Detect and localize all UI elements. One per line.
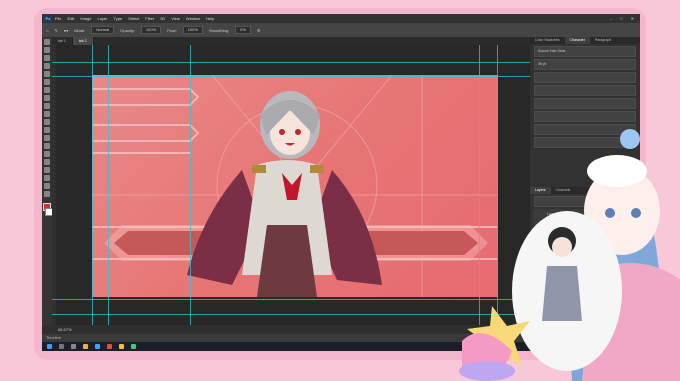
menu-layer[interactable]: Layer xyxy=(97,16,107,21)
task-view-icon[interactable] xyxy=(71,344,76,349)
mascot-character xyxy=(459,129,680,381)
magic-wand-tool-icon[interactable] xyxy=(44,63,50,69)
photoshop-taskbar-icon[interactable] xyxy=(95,344,100,349)
eye-right xyxy=(295,129,301,135)
document-tab[interactable]: tab 1 xyxy=(52,37,73,45)
menu-file[interactable]: File xyxy=(55,16,61,21)
zoom-tool-icon[interactable] xyxy=(44,191,50,197)
menu-3d[interactable]: 3D xyxy=(160,16,165,21)
scale-field[interactable] xyxy=(534,98,636,109)
tab-swatches[interactable]: Color Swatches xyxy=(530,37,565,44)
artboard-illustration[interactable] xyxy=(92,75,498,297)
home-icon[interactable]: ⌂ xyxy=(46,28,48,33)
tab-character[interactable]: Character xyxy=(564,37,590,44)
chrome-icon[interactable] xyxy=(119,344,124,349)
character-panel-tabs: Color Swatches Character Paragraph xyxy=(530,37,640,44)
menu-window[interactable]: Window xyxy=(186,16,200,21)
dodge-tool-icon[interactable] xyxy=(44,143,50,149)
document-tabs: tab 1 tab 2 xyxy=(52,37,530,45)
app-icon[interactable] xyxy=(131,344,136,349)
flow-label: Flow: xyxy=(167,27,177,33)
minimize-icon[interactable]: – xyxy=(610,16,612,21)
brush-preset-picker[interactable]: ●▾ xyxy=(64,28,68,33)
maximize-icon[interactable]: □ xyxy=(620,16,622,21)
smoothing-label: Smoothing: xyxy=(208,27,230,33)
blur-tool-icon[interactable] xyxy=(44,135,50,141)
eraser-tool-icon[interactable] xyxy=(44,119,50,125)
settings-gear-icon[interactable]: ⚙ xyxy=(257,28,261,33)
pillow-figure-body xyxy=(542,266,582,321)
menu-select[interactable]: Select xyxy=(128,16,139,21)
menu-help[interactable]: Help xyxy=(206,16,214,21)
menu-bar: Ps File Edit Image Layer Type Select Fil… xyxy=(42,14,640,23)
document-tab-active[interactable]: tab 2 xyxy=(72,37,94,45)
brush-tool-icon[interactable] xyxy=(44,95,50,101)
move-tool-icon[interactable] xyxy=(44,39,50,45)
shape-tool-icon[interactable] xyxy=(44,175,50,181)
character-skirt xyxy=(257,225,317,297)
opacity-field[interactable]: 100% xyxy=(140,26,162,34)
illustration-svg xyxy=(92,75,498,297)
mascot-eye-left xyxy=(605,208,615,218)
brush-tool-icon[interactable]: ✎ xyxy=(54,28,57,33)
windows-start-icon[interactable] xyxy=(47,344,52,349)
guide-h-2 xyxy=(52,76,530,77)
epaulette-right xyxy=(310,165,324,173)
options-bar: ⌂ ✎ ●▾ Mode: Normal Opacity: 100% Flow: … xyxy=(42,23,640,37)
marquee-tool-icon[interactable] xyxy=(44,47,50,53)
timeline-label[interactable]: Timeline xyxy=(46,335,61,340)
menu-view[interactable]: View xyxy=(171,16,180,21)
window-controls: – □ ✕ xyxy=(610,16,640,21)
path-select-icon[interactable] xyxy=(44,167,50,173)
guide-v-3 xyxy=(190,45,191,325)
menu-type[interactable]: Type xyxy=(114,16,123,21)
guide-h-1 xyxy=(52,62,530,63)
browser-icon[interactable] xyxy=(107,344,112,349)
photoshop-logo: Ps xyxy=(44,15,52,22)
menu-edit[interactable]: Edit xyxy=(67,16,74,21)
hand-tool-icon[interactable] xyxy=(44,183,50,189)
history-brush-icon[interactable] xyxy=(44,111,50,117)
eyedropper-tool-icon[interactable] xyxy=(44,79,50,85)
type-tool-icon[interactable] xyxy=(44,159,50,165)
font-family-select[interactable]: Source Han Sans xyxy=(534,46,636,57)
mode-select[interactable]: Normal xyxy=(91,26,115,34)
mascot-eye-right xyxy=(631,208,641,218)
leading-field[interactable] xyxy=(534,72,636,83)
pen-tool-icon[interactable] xyxy=(44,151,50,157)
mode-label: Mode: xyxy=(74,27,86,33)
smoothing-field[interactable]: 0% xyxy=(235,26,251,34)
menu-image[interactable]: Image xyxy=(80,16,91,21)
font-size-field[interactable]: 36 pt xyxy=(534,59,636,70)
eye-left xyxy=(279,129,285,135)
pillow-figure-face xyxy=(552,237,572,257)
zoom-readout[interactable]: 66.67% xyxy=(58,327,72,332)
purple-plush xyxy=(459,361,515,381)
close-icon[interactable]: ✕ xyxy=(631,16,634,21)
tracking-field[interactable] xyxy=(534,85,636,96)
opacity-label: Opacity: xyxy=(120,27,135,33)
gradient-tool-icon[interactable] xyxy=(44,127,50,133)
crop-tool-icon[interactable] xyxy=(44,71,50,77)
mascot-hat xyxy=(587,155,647,187)
search-icon[interactable] xyxy=(59,344,64,349)
tools-panel xyxy=(42,37,53,342)
mascot-hat-creature xyxy=(620,129,640,149)
menu-filter[interactable]: Filter xyxy=(145,16,154,21)
flow-field[interactable]: 100% xyxy=(182,26,203,34)
vertical-ruler xyxy=(52,45,56,325)
file-explorer-icon[interactable] xyxy=(83,344,88,349)
healing-tool-icon[interactable] xyxy=(44,87,50,93)
epaulette-left xyxy=(252,165,266,173)
stamp-tool-icon[interactable] xyxy=(44,103,50,109)
tab-paragraph[interactable]: Paragraph xyxy=(590,37,616,44)
lasso-tool-icon[interactable] xyxy=(44,55,50,61)
guide-v-1 xyxy=(92,45,93,325)
guide-v-2 xyxy=(108,45,109,325)
